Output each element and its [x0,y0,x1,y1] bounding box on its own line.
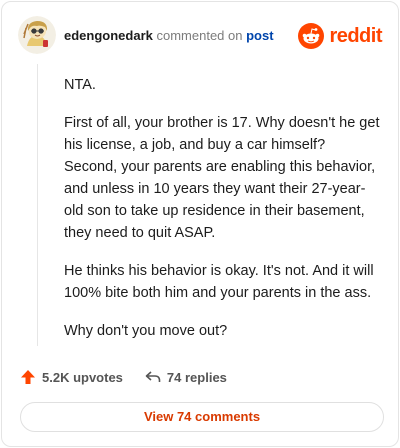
reply-count: 74 replies [166,369,227,385]
upvote-button[interactable]: 5.2K upvotes [20,369,123,385]
comment-meta: edengonedark commented on post [64,28,274,43]
comment-paragraph: He thinks his behavior is okay. It's not… [64,263,374,301]
comment-body: NTA. First of all, your brother is 17. W… [64,74,382,358]
view-comments-button[interactable]: View 74 comments [20,402,384,432]
reply-arrow-icon [145,371,161,382]
reddit-logo-icon [298,23,325,49]
comment-actions: 5.2K upvotes 74 replies [20,366,249,388]
avatar[interactable] [18,16,56,54]
comment-paragraph: First of all, your brother is 17. Why do… [64,115,380,241]
upvote-count: 5.2K upvotes [42,369,123,385]
replies-button[interactable]: 74 replies [145,369,227,385]
username-link[interactable]: edengonedark [64,28,153,43]
commented-on-text: commented on [156,28,243,43]
post-link[interactable]: post [246,28,273,43]
comment-paragraph: NTA. [64,77,96,93]
comment-header: edengonedark commented on post reddit [18,16,382,56]
reddit-logo[interactable]: reddit [298,22,382,50]
reddit-logo-text: reddit [329,24,382,47]
comment-card: edengonedark commented on post reddit NT… [1,1,399,447]
comment-paragraph: Why don't you move out? [64,323,228,339]
thread-rail [37,64,38,346]
upvote-arrow-icon [21,370,35,384]
